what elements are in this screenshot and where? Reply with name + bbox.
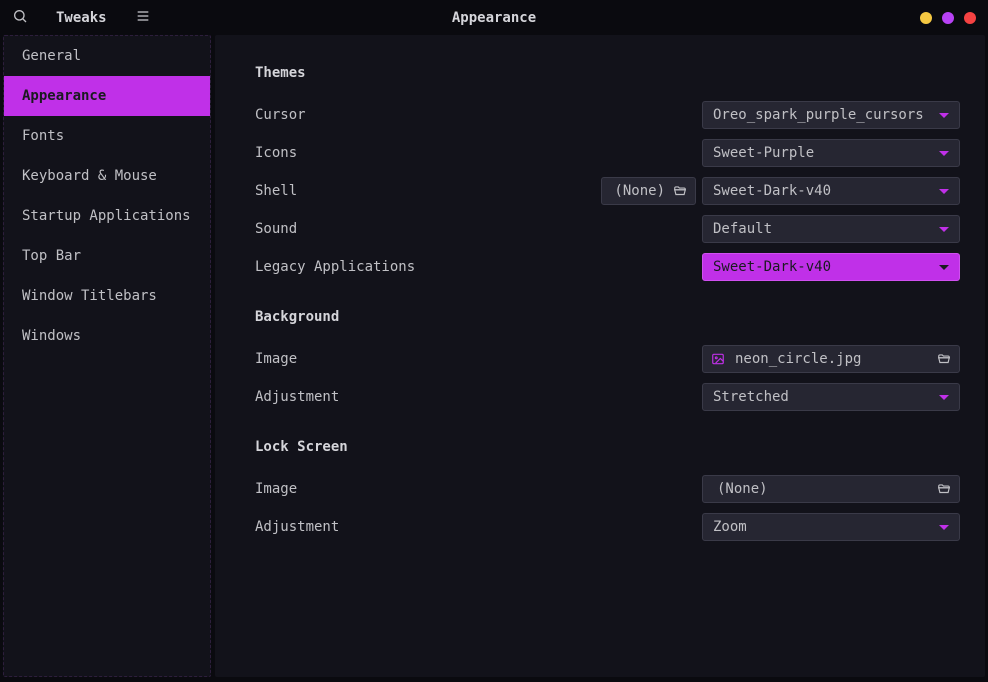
chevron-down-icon: [939, 113, 949, 118]
themes-section: Themes Cursor Oreo_spark_purple_cursors …: [255, 65, 960, 281]
shell-file-button[interactable]: (None): [601, 177, 696, 205]
search-icon[interactable]: [12, 8, 28, 28]
bg-adjustment-select[interactable]: Stretched: [702, 383, 960, 411]
sidebar-item-startup-applications[interactable]: Startup Applications: [4, 196, 210, 236]
sidebar-item-keyboard-mouse[interactable]: Keyboard & Mouse: [4, 156, 210, 196]
section-heading-themes: Themes: [255, 65, 960, 81]
sidebar-item-label: Top Bar: [22, 248, 81, 264]
background-section: Background Image neon_circle.jpg: [255, 309, 960, 411]
cursor-select[interactable]: Oreo_spark_purple_cursors: [702, 101, 960, 129]
sound-row: Sound Default: [255, 215, 960, 243]
sound-select[interactable]: Default: [702, 215, 960, 243]
chevron-down-icon: [939, 525, 949, 530]
hamburger-icon[interactable]: [135, 8, 151, 28]
bg-image-label: Image: [255, 351, 297, 367]
ls-image-button[interactable]: (None): [702, 475, 960, 503]
section-heading-lockscreen: Lock Screen: [255, 439, 960, 455]
icons-row: Icons Sweet-Purple: [255, 139, 960, 167]
sidebar-item-windows[interactable]: Windows: [4, 316, 210, 356]
chevron-down-icon: [939, 395, 949, 400]
sidebar-item-label: Keyboard & Mouse: [22, 168, 157, 184]
app-title: Tweaks: [56, 10, 107, 26]
sidebar-item-top-bar[interactable]: Top Bar: [4, 236, 210, 276]
legacy-label: Legacy Applications: [255, 259, 415, 275]
chevron-down-icon: [939, 227, 949, 232]
ls-adjustment-label: Adjustment: [255, 519, 339, 535]
sidebar-item-label: Windows: [22, 328, 81, 344]
minimize-button[interactable]: [920, 12, 932, 24]
header-bar: Tweaks Appearance: [0, 0, 988, 35]
body-area: General Appearance Fonts Keyboard & Mouse St…: [0, 35, 988, 682]
chevron-down-icon: [939, 189, 949, 194]
bg-image-row: Image neon_circle.jpg: [255, 345, 960, 373]
sidebar-item-appearance[interactable]: Appearance: [4, 76, 210, 116]
section-heading-background: Background: [255, 309, 960, 325]
cursor-label: Cursor: [255, 107, 306, 123]
icons-label: Icons: [255, 145, 297, 161]
sidebar-item-label: Fonts: [22, 128, 64, 144]
shell-label: Shell: [255, 183, 297, 199]
shell-row: Shell (None) Sweet-Dark-v40: [255, 177, 960, 205]
icons-select[interactable]: Sweet-Purple: [702, 139, 960, 167]
image-icon: [711, 352, 725, 366]
sidebar-item-label: Appearance: [22, 88, 106, 104]
sidebar-item-label: Window Titlebars: [22, 288, 157, 304]
folder-open-icon: [673, 184, 687, 198]
header-left: Tweaks: [12, 8, 151, 28]
page-title: Appearance: [452, 10, 536, 26]
bg-adjustment-row: Adjustment Stretched: [255, 383, 960, 411]
lockscreen-section: Lock Screen Image (None) Adjustme: [255, 439, 960, 541]
bg-image-button[interactable]: neon_circle.jpg: [702, 345, 960, 373]
sidebar-item-label: Startup Applications: [22, 208, 191, 224]
sound-label: Sound: [255, 221, 297, 237]
cursor-row: Cursor Oreo_spark_purple_cursors: [255, 101, 960, 129]
sidebar-item-label: General: [22, 48, 81, 64]
sidebar-item-general[interactable]: General: [4, 36, 210, 76]
sidebar-item-fonts[interactable]: Fonts: [4, 116, 210, 156]
folder-open-icon: [937, 482, 951, 496]
sidebar: General Appearance Fonts Keyboard & Mouse St…: [3, 35, 211, 677]
bg-adjustment-label: Adjustment: [255, 389, 339, 405]
content-area: Themes Cursor Oreo_spark_purple_cursors …: [215, 35, 985, 677]
folder-open-icon: [937, 352, 951, 366]
close-button[interactable]: [964, 12, 976, 24]
legacy-row: Legacy Applications Sweet-Dark-v40: [255, 253, 960, 281]
window-buttons: [920, 12, 976, 24]
maximize-button[interactable]: [942, 12, 954, 24]
sidebar-item-window-titlebars[interactable]: Window Titlebars: [4, 276, 210, 316]
ls-image-row: Image (None): [255, 475, 960, 503]
ls-adjustment-row: Adjustment Zoom: [255, 513, 960, 541]
chevron-down-icon: [939, 265, 949, 270]
ls-adjustment-select[interactable]: Zoom: [702, 513, 960, 541]
ls-image-label: Image: [255, 481, 297, 497]
shell-select[interactable]: Sweet-Dark-v40: [702, 177, 960, 205]
chevron-down-icon: [939, 151, 949, 156]
legacy-select[interactable]: Sweet-Dark-v40: [702, 253, 960, 281]
